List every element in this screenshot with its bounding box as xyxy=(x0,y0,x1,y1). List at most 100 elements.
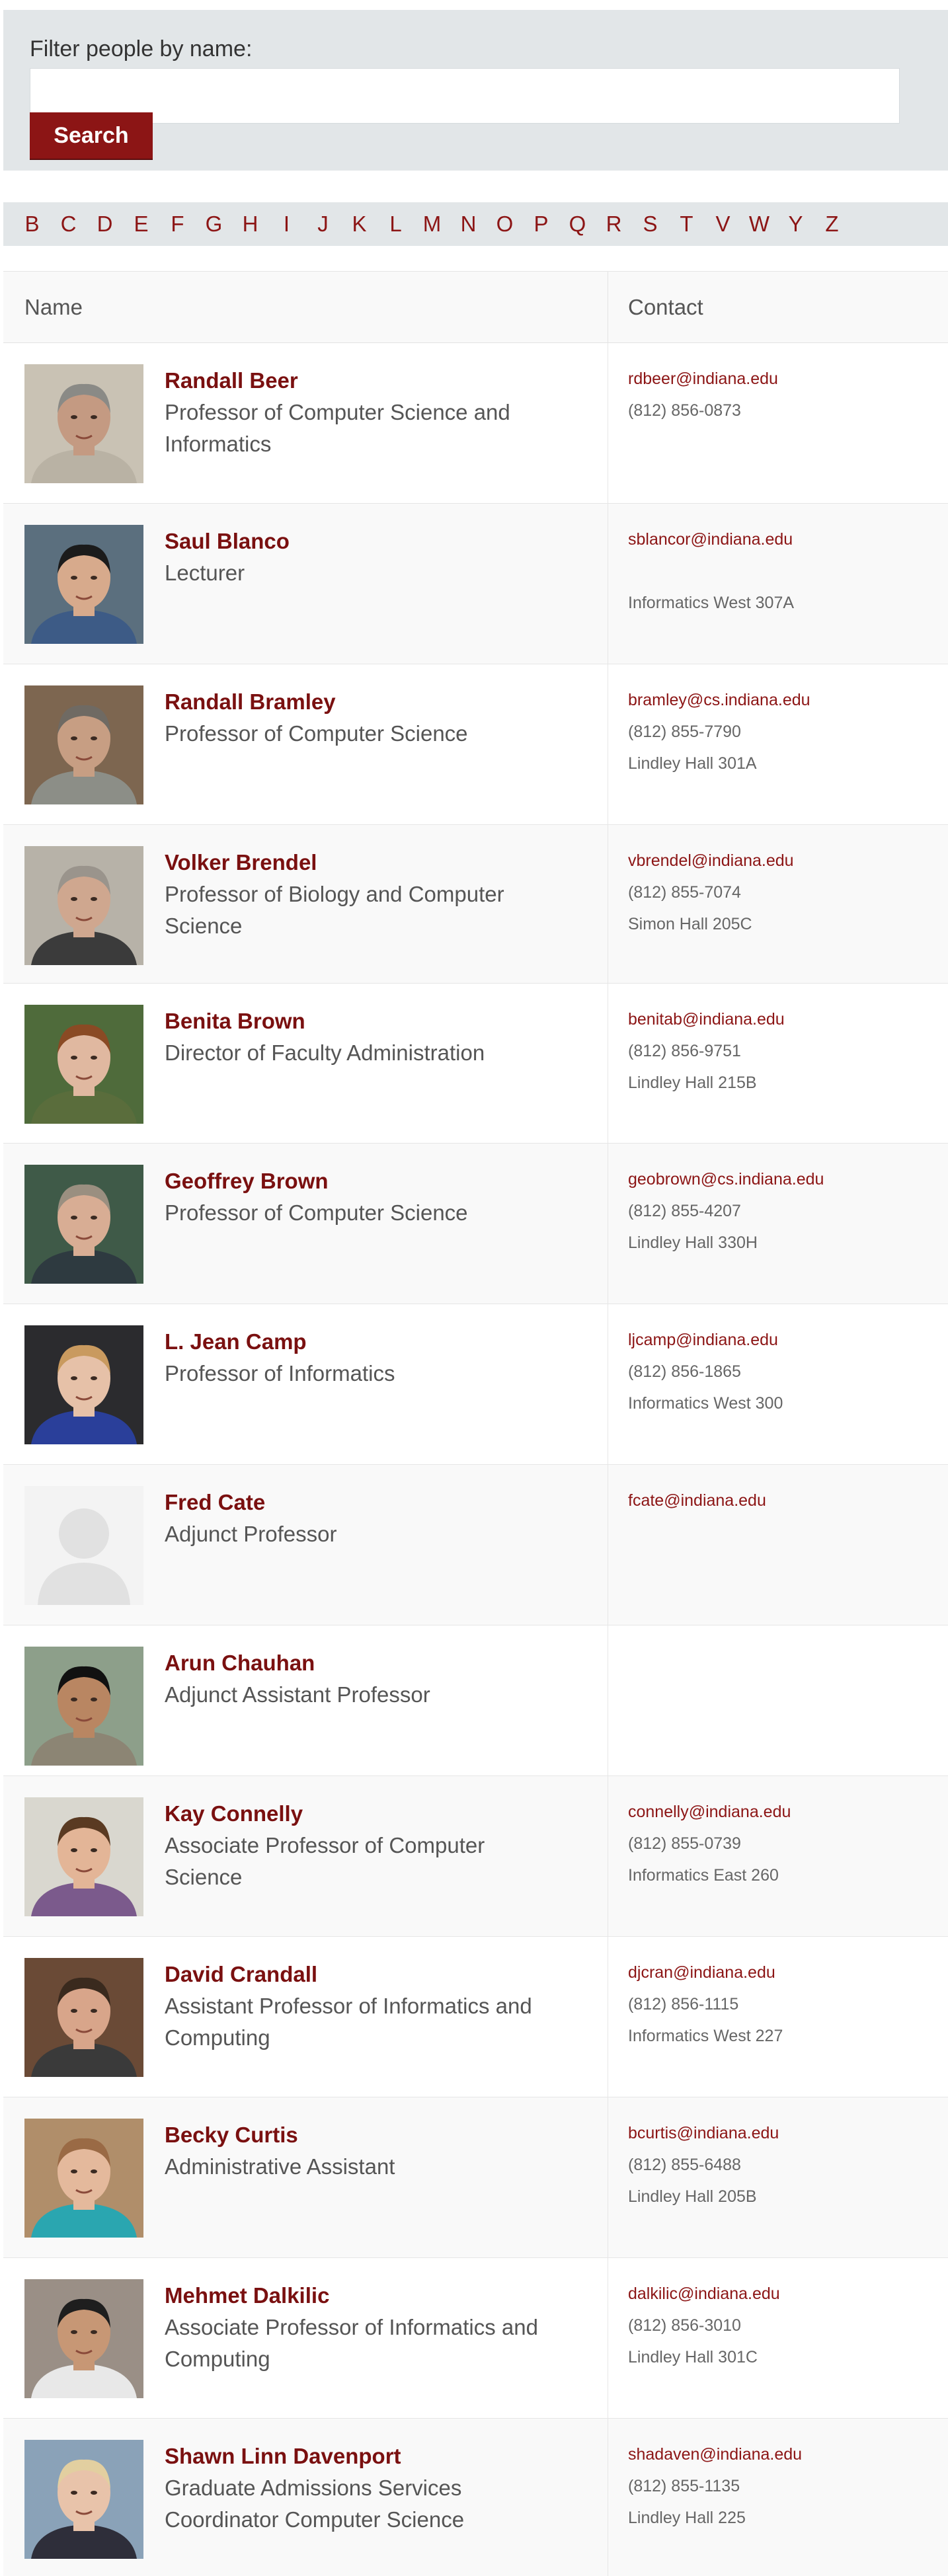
alphabet-letter-p[interactable]: P xyxy=(523,212,559,237)
filter-panel: Filter people by name: Search xyxy=(3,10,948,171)
person-info: David Crandall Assistant Professor of Inf… xyxy=(143,1958,567,2097)
search-button[interactable]: Search xyxy=(30,112,153,159)
person-name-link[interactable]: Randall Bramley xyxy=(165,689,567,715)
person-photo xyxy=(24,1165,143,1284)
alphabet-letter-k[interactable]: K xyxy=(341,212,377,237)
person-name-link[interactable]: Becky Curtis xyxy=(165,2122,567,2148)
person-row: Mehmet Dalkilic Associate Professor of In… xyxy=(3,2258,948,2419)
contact-cell: sblancor@indiana.edu Informatics West 307… xyxy=(608,504,948,664)
person-row: Shawn Linn Davenport Graduate Admissions … xyxy=(3,2419,948,2576)
alphabet-letter-l[interactable]: L xyxy=(377,212,414,237)
name-filter-input[interactable] xyxy=(30,68,900,124)
email-link[interactable]: fcate@indiana.edu xyxy=(628,1490,948,1522)
person-info: Kay Connelly Associate Professor of Compu… xyxy=(143,1797,567,1936)
office-location: Simon Hall 205C xyxy=(628,915,752,933)
person-row: Becky Curtis Administrative Assistant bcur… xyxy=(3,2097,948,2258)
person-name-link[interactable]: Randall Beer xyxy=(165,368,567,394)
alphabet-letter-g[interactable]: G xyxy=(196,212,232,237)
person-name-link[interactable]: David Crandall xyxy=(165,1961,567,1988)
person-name-link[interactable]: Geoffrey Brown xyxy=(165,1168,567,1194)
person-name-link[interactable]: Mehmet Dalkilic xyxy=(165,2283,567,2309)
email-link[interactable]: geobrown@cs.indiana.edu xyxy=(628,1169,948,1200)
alphabet-letter-m[interactable]: M xyxy=(414,212,450,237)
email-link[interactable]: rdbeer@indiana.edu xyxy=(628,368,948,400)
person-title: Adjunct Professor xyxy=(165,1522,337,1546)
phone-number: (812) 855-7074 xyxy=(628,883,741,902)
person-name-link[interactable]: Saul Blanco xyxy=(165,528,567,555)
email-link[interactable]: bramley@cs.indiana.edu xyxy=(628,689,948,721)
contact-cell: benitab@indiana.edu (812) 856-9751 Lindley… xyxy=(608,984,948,1143)
email-link[interactable]: bcurtis@indiana.edu xyxy=(628,2123,948,2154)
phone-number: (812) 856-9751 xyxy=(628,1042,741,1060)
email-link[interactable]: connelly@indiana.edu xyxy=(628,1801,948,1833)
alphabet-letter-h[interactable]: H xyxy=(232,212,268,237)
person-title: Associate Professor of Computer Science xyxy=(165,1833,485,1889)
office-location: Lindley Hall 225 xyxy=(628,2509,746,2527)
person-title: Professor of Informatics xyxy=(165,1361,395,1386)
person-row: Benita Brown Director of Faculty Administ… xyxy=(3,984,948,1144)
alphabet-letter-y[interactable]: Y xyxy=(777,212,814,237)
office-location: Lindley Hall 301A xyxy=(628,754,757,773)
email-link[interactable]: vbrendel@indiana.edu xyxy=(628,850,948,882)
alphabet-filter-bar: BCDEFGHIJKLMNOPQRSTVWYZ xyxy=(3,202,948,246)
alphabet-letter-e[interactable]: E xyxy=(123,212,159,237)
person-row: L. Jean Camp Professor of Informatics ljca… xyxy=(3,1304,948,1465)
person-info: Mehmet Dalkilic Associate Professor of In… xyxy=(143,2279,567,2418)
person-name-link[interactable]: Kay Connelly xyxy=(165,1801,567,1827)
name-cell: Randall Bramley Professor of Computer Sci… xyxy=(3,664,608,824)
office-location: Lindley Hall 330H xyxy=(628,1233,758,1252)
contact-cell: shadaven@indiana.edu (812) 855-1135 Lindle… xyxy=(608,2419,948,2576)
name-cell: Randall Beer Professor of Computer Scienc… xyxy=(3,343,608,503)
person-title: Professor of Computer Science xyxy=(165,1200,468,1225)
alphabet-letter-n[interactable]: N xyxy=(450,212,487,237)
person-name-link[interactable]: L. Jean Camp xyxy=(165,1329,567,1355)
office-location: Lindley Hall 301C xyxy=(628,2348,758,2366)
alphabet-letter-c[interactable]: C xyxy=(50,212,87,237)
person-photo xyxy=(24,2279,143,2398)
alphabet-letter-w[interactable]: W xyxy=(741,212,777,237)
contact-cell: rdbeer@indiana.edu (812) 856-0873 xyxy=(608,343,948,503)
phone-number xyxy=(628,1682,948,1714)
alphabet-letter-o[interactable]: O xyxy=(487,212,523,237)
alphabet-letter-f[interactable]: F xyxy=(159,212,196,237)
table-header: Name Contact xyxy=(3,272,948,343)
person-name-link[interactable]: Arun Chauhan xyxy=(165,1650,567,1676)
contact-cell xyxy=(608,1625,948,1776)
alphabet-letter-d[interactable]: D xyxy=(87,212,123,237)
email-link[interactable]: dalkilic@indiana.edu xyxy=(628,2283,948,2315)
name-column-header: Name xyxy=(3,272,608,342)
person-title: Adjunct Assistant Professor xyxy=(165,1682,430,1707)
alphabet-letter-q[interactable]: Q xyxy=(559,212,596,237)
alphabet-letter-b[interactable]: B xyxy=(14,212,50,237)
office-location: Informatics West 300 xyxy=(628,1394,783,1413)
person-info: Randall Bramley Professor of Computer Sci… xyxy=(143,685,567,824)
phone-number: (812) 856-0873 xyxy=(628,401,741,420)
alphabet-letter-i[interactable]: I xyxy=(268,212,305,237)
person-name-link[interactable]: Volker Brendel xyxy=(165,849,567,876)
alphabet-letter-z[interactable]: Z xyxy=(814,212,850,237)
person-name-link[interactable]: Shawn Linn Davenport xyxy=(165,2443,567,2470)
alphabet-letter-j[interactable]: J xyxy=(305,212,341,237)
person-photo xyxy=(24,685,143,804)
person-photo xyxy=(24,1797,143,1916)
email-link[interactable]: djcran@indiana.edu xyxy=(628,1962,948,1994)
alphabet-letter-t[interactable]: T xyxy=(668,212,705,237)
email-link[interactable]: benitab@indiana.edu xyxy=(628,1009,948,1040)
email-link[interactable] xyxy=(628,1651,948,1682)
alphabet-letter-r[interactable]: R xyxy=(596,212,632,237)
name-cell: Mehmet Dalkilic Associate Professor of In… xyxy=(3,2258,608,2418)
person-title: Lecturer xyxy=(165,561,245,585)
phone-number: (812) 855-0739 xyxy=(628,1834,741,1853)
person-info: Fred Cate Adjunct Professor xyxy=(143,1486,567,1625)
alphabet-letter-s[interactable]: S xyxy=(632,212,668,237)
email-link[interactable]: ljcamp@indiana.edu xyxy=(628,1329,948,1361)
email-link[interactable]: sblancor@indiana.edu xyxy=(628,529,948,561)
contact-cell: connelly@indiana.edu (812) 855-0739 Inform… xyxy=(608,1776,948,1936)
person-title: Professor of Biology and Computer Scienc… xyxy=(165,882,504,938)
alphabet-letter-v[interactable]: V xyxy=(705,212,741,237)
person-name-link[interactable]: Benita Brown xyxy=(165,1008,567,1034)
person-name-link[interactable]: Fred Cate xyxy=(165,1489,567,1516)
phone-number xyxy=(628,561,948,592)
email-link[interactable]: shadaven@indiana.edu xyxy=(628,2444,948,2476)
person-photo xyxy=(24,2440,143,2559)
